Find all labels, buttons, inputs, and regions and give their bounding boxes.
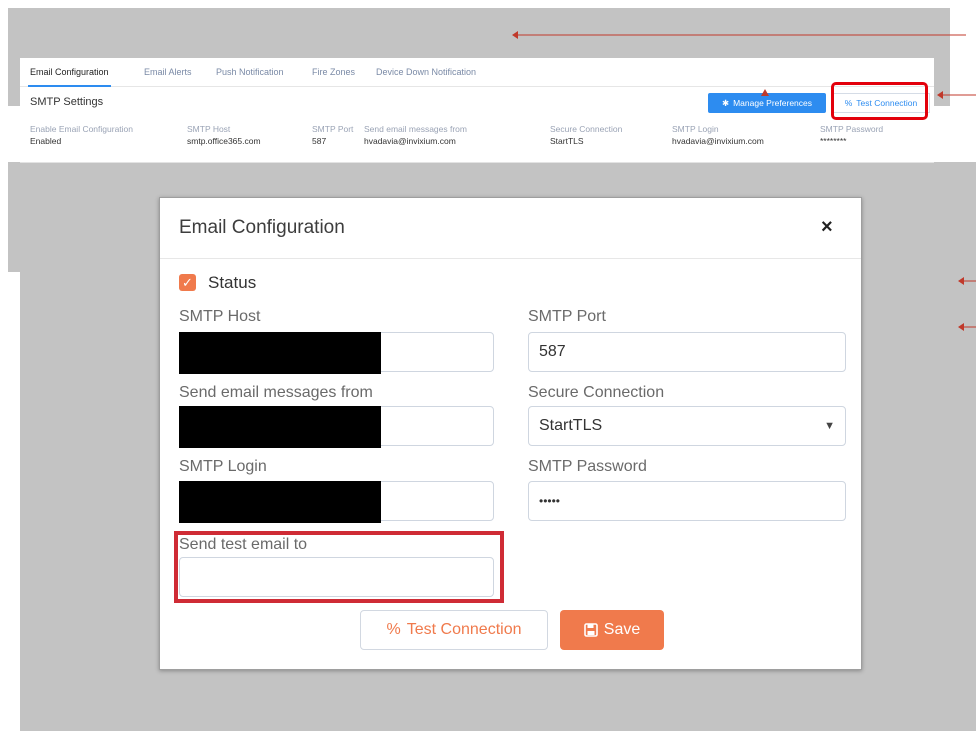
annotation-arrowhead — [512, 31, 518, 39]
smtp-login-label: SMTP Login — [179, 458, 267, 475]
test-connection-button[interactable]: % Test Connection — [360, 610, 548, 650]
send-test-highlight — [174, 531, 504, 603]
modal-title: Email Configuration — [179, 217, 345, 238]
redaction-block — [179, 332, 381, 374]
status-label: Status — [208, 273, 257, 292]
link-icon: % — [386, 621, 401, 638]
floppy-disk-icon — [583, 623, 598, 637]
checkmark-icon: ✓ — [182, 275, 193, 290]
close-icon[interactable]: × — [821, 216, 833, 239]
secure-connection-label: Secure Connection — [528, 384, 665, 401]
modal-header: Email Configuration × — [160, 198, 861, 259]
annotation-arrowhead — [958, 323, 964, 331]
redaction-block — [179, 481, 381, 523]
email-configuration-modal: Email Configuration × ✓ Status SMTP Host… — [159, 197, 862, 670]
smtp-port-input[interactable]: 587 — [528, 332, 846, 372]
secure-connection-value: StartTLS — [539, 417, 603, 434]
send-from-label: Send email messages from — [179, 384, 373, 401]
smtp-port-label: SMTP Port — [528, 308, 606, 325]
smtp-password-label: SMTP Password — [528, 458, 647, 475]
caret-down-icon: ▼ — [824, 420, 835, 432]
smtp-password-input[interactable]: ••••• — [528, 481, 846, 521]
redaction-block — [179, 406, 381, 448]
annotation-arrowhead — [937, 91, 943, 99]
save-button[interactable]: Save — [560, 610, 664, 650]
smtp-host-label: SMTP Host — [179, 308, 261, 325]
status-checkbox[interactable]: ✓ — [179, 274, 196, 291]
annotation-arrowhead — [958, 277, 964, 285]
test-connection-label: Test Connection — [406, 621, 522, 638]
secure-connection-select[interactable]: StartTLS ▼ — [528, 406, 846, 446]
save-label: Save — [603, 621, 641, 638]
annotation-arrowhead — [761, 89, 769, 96]
